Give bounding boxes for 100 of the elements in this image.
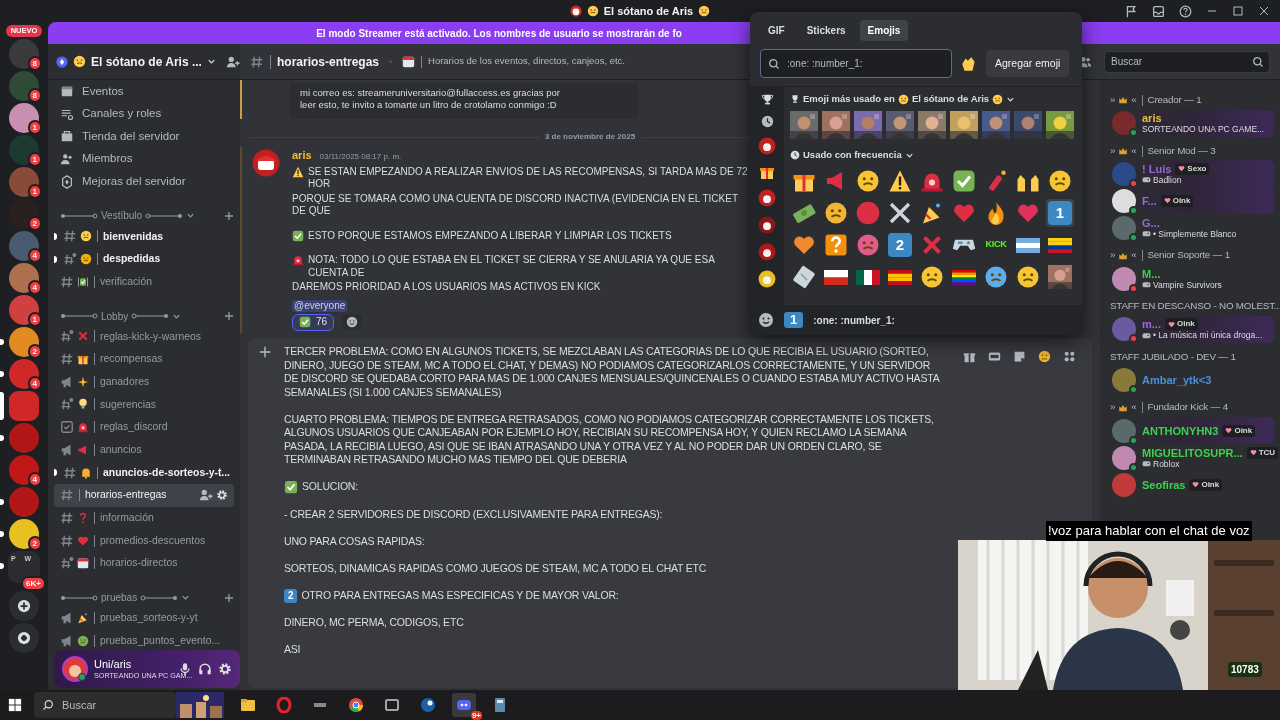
- picker-tab[interactable]: GIF: [760, 20, 793, 41]
- server-icon[interactable]: [758, 270, 776, 288]
- server-icon[interactable]: 4: [9, 455, 39, 485]
- chrome-icon: [348, 697, 364, 713]
- role-decoration: «: [1131, 143, 1137, 158]
- maximize-icon[interactable]: [1232, 5, 1244, 17]
- member-item[interactable]: Ambar_ytk<3: [1108, 366, 1274, 394]
- server-icon[interactable]: [758, 216, 776, 234]
- plus-icon[interactable]: [258, 345, 272, 359]
- plus-icon[interactable]: [224, 592, 234, 603]
- role-decoration: «: [1131, 248, 1137, 263]
- chevron-down-icon: [181, 593, 191, 603]
- picker-tab[interactable]: Emojis: [859, 20, 909, 41]
- server-icon[interactable]: 2: [9, 519, 39, 549]
- mention-count: 8: [27, 88, 42, 103]
- channel-item[interactable]: reglas-kick-y-warneos: [54, 325, 234, 348]
- channel-item[interactable]: anuncios-de-sorteos-y-t...: [54, 461, 234, 484]
- add-reaction-button[interactable]: [342, 314, 363, 331]
- emoji-icon: [80, 466, 92, 479]
- help-icon[interactable]: [1179, 4, 1192, 18]
- member-item[interactable]: G... • Simplemente Blanco: [1108, 214, 1274, 242]
- server-icon[interactable]: 1: [9, 167, 39, 197]
- add-member-icon[interactable]: [199, 488, 213, 503]
- sticker-icon[interactable]: [1013, 350, 1026, 363]
- inbox-icon[interactable]: [1152, 4, 1165, 18]
- settings-icon[interactable]: [216, 489, 228, 502]
- server-icon[interactable]: 8: [9, 39, 39, 69]
- mention-count: 6K+: [21, 576, 46, 591]
- message-draft-text: UNO PARA COSAS RAPIDAS:: [284, 534, 425, 548]
- channel-item[interactable]: horarios-entregas: [54, 483, 234, 507]
- notification-badge: 9+: [470, 711, 482, 720]
- channel-item[interactable]: pruebas_puntos_evento...: [54, 629, 234, 650]
- server-icon[interactable]: 4: [9, 359, 39, 389]
- gift-icon[interactable]: [963, 350, 976, 363]
- calculator-icon: [492, 697, 508, 713]
- channel-item[interactable]: reglas_discord: [54, 415, 234, 439]
- headphones-icon[interactable]: [198, 662, 212, 676]
- plus-icon[interactable]: [224, 311, 234, 322]
- server-menu-item[interactable]: Tienda del servidor: [54, 125, 234, 148]
- member-activity: • Simplemente Blanco: [1153, 228, 1237, 239]
- heart-icon: [1178, 165, 1186, 173]
- server-menu-item[interactable]: Mejoras del servidor: [54, 170, 234, 193]
- channel-item[interactable]: despedidas: [54, 247, 234, 271]
- message-text: NOTA: TODO LO QUE ESTABA EN EL TICKET SE CIERRA Y SE ANULARIA YA QUE ESA CUENTA DE: [308, 254, 716, 279]
- divider-ornament-icon: [131, 313, 170, 320]
- server-menu-item[interactable]: Eventos: [54, 80, 234, 103]
- trophy-icon[interactable]: [760, 93, 774, 106]
- flag-emoji-icon: [952, 269, 976, 285]
- hovered-emoji[interactable]: 1: [1046, 199, 1074, 227]
- channel-item[interactable]: horarios-directos: [54, 551, 234, 575]
- channel-item[interactable]: pruebas_sorteos-y-yt: [54, 606, 234, 630]
- server-icon[interactable]: 2: [9, 199, 39, 229]
- add-emoji-button[interactable]: Agregar emoji: [986, 49, 1070, 78]
- flag-emoji-icon: [888, 269, 912, 285]
- channel-item[interactable]: ganadores: [54, 370, 234, 394]
- emoji-search-field[interactable]: :one: :number_1:: [760, 49, 952, 78]
- channel-item[interactable]: bienvenidas: [54, 224, 234, 248]
- channel-item[interactable]: recompensas: [54, 347, 234, 371]
- emoji-icon: [77, 275, 89, 288]
- settings-icon[interactable]: [218, 662, 232, 676]
- member-item[interactable]: Seofiras Oink: [1108, 471, 1274, 499]
- taskbar-search-field[interactable]: Buscar: [34, 692, 176, 718]
- add-server-button[interactable]: [9, 591, 39, 621]
- channel-item[interactable]: información: [54, 506, 234, 530]
- close-icon[interactable]: [1258, 5, 1270, 17]
- windows-start-icon[interactable]: [8, 698, 22, 712]
- member-item[interactable]: M... Vampire Survivors: [1108, 265, 1274, 293]
- server-icon[interactable]: [758, 137, 776, 155]
- server-icon[interactable]: 1: [9, 135, 39, 165]
- message-text: PORQUE SE TOMARA COMO UNA CUENTA DE DISCORD INACTIVA (EVIDENCIA EN EL TICKET DE QUE: [292, 192, 739, 218]
- server-icon[interactable]: 1: [9, 295, 39, 325]
- gif-icon[interactable]: [988, 350, 1001, 363]
- server-menu-item[interactable]: Canales y roles: [54, 102, 234, 126]
- channel-item[interactable]: anuncios: [54, 438, 234, 462]
- mention-link[interactable]: @everyone: [292, 299, 348, 312]
- gamepad-icon: [1142, 229, 1151, 239]
- server-icon[interactable]: 8: [9, 71, 39, 101]
- picker-tab[interactable]: Stickers: [798, 20, 854, 41]
- server-icon[interactable]: 4: [9, 231, 39, 261]
- clock-icon[interactable]: [760, 115, 774, 128]
- search-field[interactable]: Buscar: [1104, 50, 1270, 73]
- plus-icon[interactable]: [224, 210, 234, 221]
- server-icon[interactable]: 4: [9, 263, 39, 293]
- flag-emoji-icon: [1016, 237, 1040, 253]
- discover-button[interactable]: [9, 623, 39, 653]
- server-icon[interactable]: [758, 243, 776, 261]
- server-icon[interactable]: 2: [9, 327, 39, 357]
- channel-item[interactable]: verificación: [54, 270, 234, 294]
- channel-name: horarios-entregas: [277, 53, 380, 71]
- reaction-button[interactable]: 76: [292, 314, 335, 331]
- flag-icon[interactable]: [1125, 4, 1138, 18]
- emoji-button-icon[interactable]: [1038, 350, 1051, 363]
- channel-item[interactable]: promedios-descuentos: [54, 529, 234, 552]
- apps-icon[interactable]: [1063, 350, 1076, 363]
- server-icon[interactable]: [758, 189, 776, 207]
- server-menu-item[interactable]: Miembros: [54, 147, 234, 171]
- emoji-icon: [77, 611, 89, 624]
- add-member-icon[interactable]: [225, 54, 240, 69]
- server-icon[interactable]: 1: [9, 103, 39, 133]
- channel-item[interactable]: sugerencias: [54, 393, 234, 416]
